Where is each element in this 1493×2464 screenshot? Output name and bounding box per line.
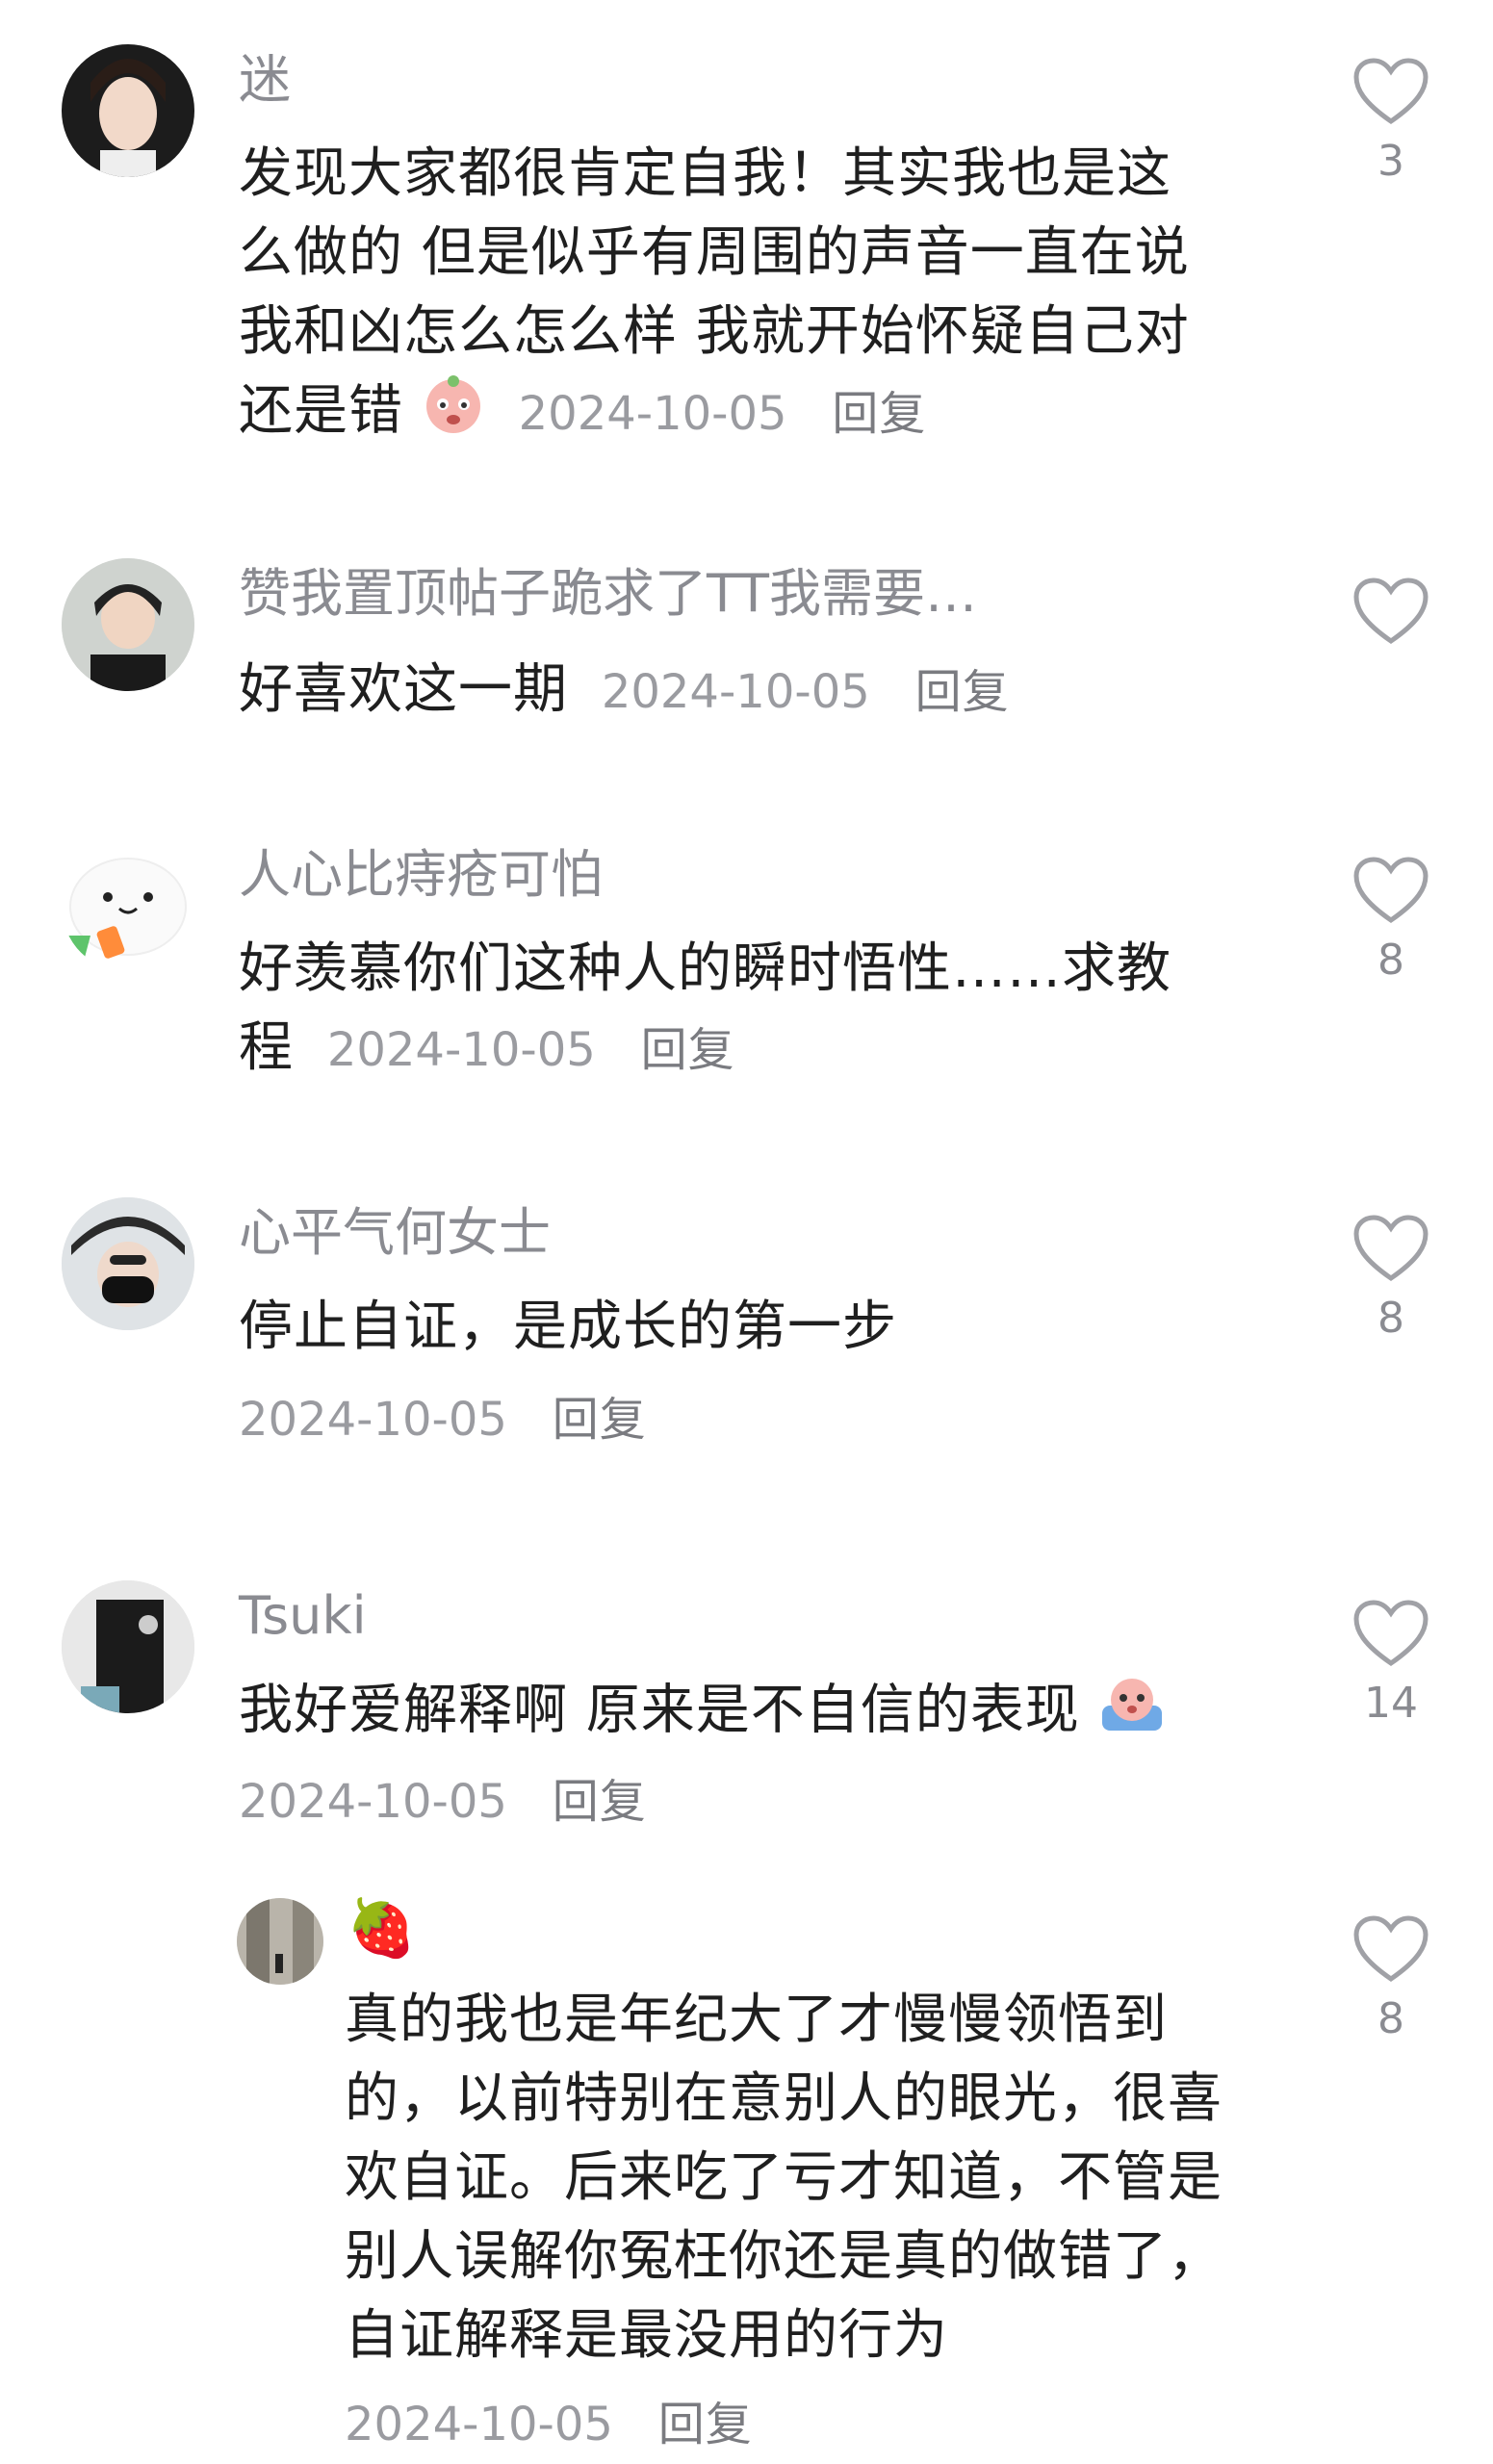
heart-outline-icon	[1353, 578, 1429, 645]
comment-username[interactable]: 赞我置顶帖子跪求了TT我需要…	[239, 568, 977, 620]
avatar[interactable]	[62, 558, 194, 691]
like-count: 14	[1364, 1679, 1418, 1728]
reply-button[interactable]: 回复	[832, 387, 926, 441]
crying-face-emoji-icon	[422, 372, 485, 457]
comment-date: 2024-10-05	[239, 1393, 507, 1447]
reply-button[interactable]: 回复	[553, 1393, 647, 1447]
comment-text: 真的我也是年纪大了才慢慢领悟到 的，以前特别在意别人的眼光，很喜 欢自证。后来吃…	[345, 1981, 1223, 2464]
comment-line: 停止自证，是成长的第一步	[239, 1296, 897, 1358]
comment-line: 的，以前特别在意别人的眼光，很喜	[345, 2067, 1223, 2130]
comment-line-last: 程 2024-10-05 回复	[239, 1009, 1171, 1090]
like-button[interactable]: 3	[1348, 58, 1434, 186]
comment-line: 真的我也是年纪大了才慢慢领悟到	[345, 1989, 1168, 2051]
comment-username[interactable]: 人心比痔疮可怕	[239, 849, 603, 901]
reply-button[interactable]: 回复	[553, 1775, 647, 1829]
avatar[interactable]	[62, 44, 194, 177]
like-button[interactable]: 8	[1348, 1915, 1434, 2043]
sweating-face-emoji-icon	[1098, 1671, 1166, 1757]
comment-line-last: 2024-10-05 回复	[345, 2383, 1223, 2464]
heart-outline-icon	[1353, 1915, 1429, 1983]
like-count: 8	[1377, 1994, 1404, 2043]
comment-date: 2024-10-05	[518, 386, 787, 441]
like-count: 3	[1377, 137, 1404, 186]
like-button[interactable]: 8	[1348, 1215, 1434, 1343]
heart-outline-icon	[1353, 1600, 1429, 1667]
comment-line: 还是错	[239, 379, 403, 443]
reply-button[interactable]: 回复	[658, 2398, 753, 2451]
comment-date: 2024-10-05	[239, 1775, 507, 1829]
comment-line: 别人误解你冤枉你还是真的做错了，	[345, 2225, 1223, 2288]
heart-outline-icon	[1353, 1215, 1429, 1282]
strawberry-icon: 🍓	[347, 1895, 417, 1961]
avatar[interactable]	[62, 1580, 194, 1713]
comment-text: 好喜欢这一期 2024-10-05 回复	[239, 651, 1010, 732]
comment-line-last: 2024-10-05 回复	[239, 1378, 897, 1459]
comment-line: 发现大家都很肯定自我！其实我也是这	[239, 142, 1171, 205]
comment-text: 停止自证，是成长的第一步 2024-10-05 回复	[239, 1288, 897, 1459]
like-button[interactable]	[1348, 578, 1434, 656]
avatar[interactable]	[62, 839, 194, 972]
comment-date: 2024-10-05	[326, 1023, 596, 1077]
reply-button[interactable]: 回复	[915, 665, 1010, 719]
comment-username[interactable]: 心平气何女士	[239, 1207, 551, 1259]
comment-username[interactable]: 🍓	[347, 1900, 416, 1956]
heart-outline-icon	[1353, 857, 1429, 924]
comment-line: 程	[239, 1016, 294, 1079]
comment-username[interactable]: 迷	[239, 54, 291, 106]
comment-date: 2024-10-05	[345, 2398, 613, 2451]
comment-line: 我好爱解释啊 原来是不自信的表现	[239, 1679, 1080, 1742]
comment-line: 好羡慕你们这种人的瞬时悟性……求教	[239, 937, 1171, 1000]
like-count: 8	[1377, 936, 1404, 985]
like-button[interactable]: 8	[1348, 857, 1434, 985]
comment-line-last: 还是错 2024-10-05 回复	[239, 372, 1190, 457]
avatar[interactable]	[237, 1898, 323, 1985]
heart-outline-icon	[1353, 58, 1429, 125]
comment-username[interactable]: Tsuki	[239, 1590, 367, 1642]
comment-text: 好羡慕你们这种人的瞬时悟性……求教 程 2024-10-05 回复	[239, 930, 1171, 1090]
comment-line-last: 2024-10-05 回复	[239, 1760, 1166, 1841]
reply-button[interactable]: 回复	[641, 1023, 735, 1077]
comment-line: 自证解释是最没用的行为	[345, 2304, 948, 2367]
avatar[interactable]	[62, 1197, 194, 1330]
comment-line: 我和凶怎么怎么样 我就开始怀疑自己对	[239, 300, 1190, 363]
comment-text: 我好爱解释啊 原来是不自信的表现 2024-10-05 回复	[239, 1671, 1166, 1841]
comment-line: 么做的 但是似乎有周围的声音一直在说	[239, 221, 1190, 284]
like-button[interactable]: 14	[1348, 1600, 1434, 1728]
comment-line-last: 我好爱解释啊 原来是不自信的表现	[239, 1671, 1166, 1757]
comment-line: 好喜欢这一期	[239, 658, 568, 721]
like-count: 8	[1377, 1294, 1404, 1343]
comment-text: 发现大家都很肯定自我！其实我也是这 么做的 但是似乎有周围的声音一直在说 我和凶…	[239, 135, 1190, 457]
comment-line: 欢自证。后来吃了亏才知道，不管是	[345, 2146, 1223, 2209]
comment-line-last: 好喜欢这一期 2024-10-05 回复	[239, 651, 1010, 732]
comment-date: 2024-10-05	[601, 665, 870, 719]
